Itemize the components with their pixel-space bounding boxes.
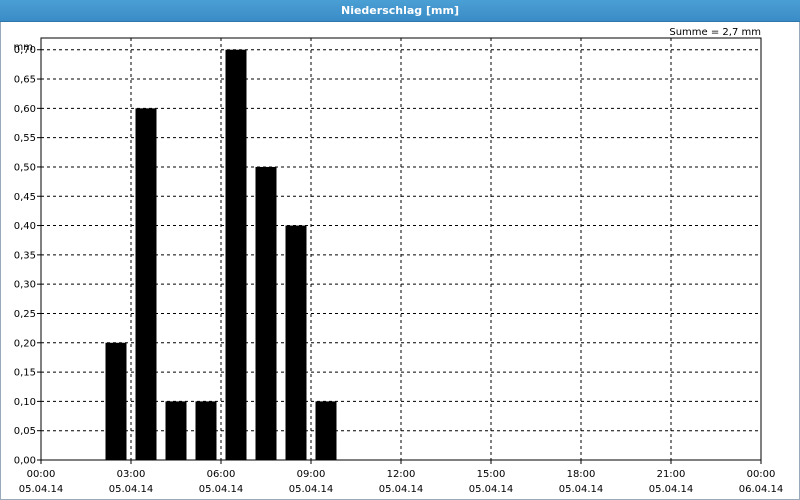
bar: [195, 401, 217, 460]
x-tick-label-date: 05.04.14: [289, 484, 334, 495]
x-tick-label-date: 05.04.14: [469, 484, 514, 495]
bar: [165, 401, 187, 460]
precipitation-chart: 0,00 0,05 0,10 0,15 0,20 0,25 0,30 0,35 0,40 0,45…: [14, 27, 784, 495]
sum-annotation: Summe = 2,7 mm: [669, 27, 761, 38]
bar: [255, 166, 277, 460]
y-tick-label: 0,55: [14, 133, 36, 144]
y-tick-label: 0,40: [14, 221, 36, 232]
y-tick-label: 0,45: [14, 192, 36, 203]
y-tick-label: 0,10: [14, 397, 36, 408]
y-tick-label: 0,65: [14, 75, 36, 86]
x-tick-label-time: 00:00: [747, 469, 776, 480]
bar: [135, 108, 157, 460]
x-tick-label-time: 15:00: [477, 469, 506, 480]
bar: [225, 49, 247, 460]
chart-title: Niederschlag [mm]: [0, 0, 800, 22]
x-tick-label-date: 05.04.14: [559, 484, 604, 495]
y-tick-label: 0,60: [14, 104, 36, 115]
x-tick-label-time: 21:00: [657, 469, 686, 480]
y-tick-label: 0,30: [14, 280, 36, 291]
x-tick-label-time: 00:00: [27, 469, 56, 480]
x-tick-label-time: 06:00: [207, 469, 236, 480]
x-tick-label-time: 03:00: [117, 469, 146, 480]
x-tick-label-date: 05.04.14: [649, 484, 694, 495]
x-tick-label-date: 05.04.14: [379, 484, 424, 495]
x-tick-label-time: 12:00: [387, 469, 416, 480]
y-tick-label: 0,00: [14, 456, 36, 467]
y-tick-label: 0,50: [14, 162, 36, 173]
x-tick-label-time: 09:00: [297, 469, 326, 480]
x-tick-label-date: 06.04.14: [739, 484, 784, 495]
bar: [285, 225, 307, 460]
y-tick-label: 0,25: [14, 309, 36, 320]
chart-panel: 0,00 0,05 0,10 0,15 0,20 0,25 0,30 0,35 0,40 0,45…: [0, 22, 800, 500]
y-tick-label: 0,35: [14, 250, 36, 261]
y-tick-label: 0,05: [14, 426, 36, 437]
y-axis-label: mm: [14, 42, 33, 53]
bar: [315, 401, 337, 460]
x-tick-label-date: 05.04.14: [109, 484, 154, 495]
x-tick-label-time: 18:00: [567, 469, 596, 480]
x-tick-label-date: 05.04.14: [199, 484, 244, 495]
y-tick-label: 0,20: [14, 338, 36, 349]
x-tick-label-date: 05.04.14: [19, 484, 64, 495]
y-tick-label: 0,15: [14, 368, 36, 379]
bar: [105, 342, 127, 460]
